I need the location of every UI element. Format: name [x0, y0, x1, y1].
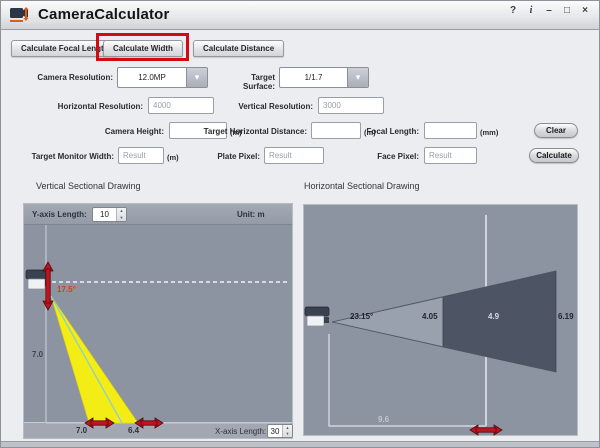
vertical-resolution-label: Vertical Resolution: [238, 102, 313, 111]
x-axis-length-value: 30 [270, 426, 280, 436]
vertical-resolution-input[interactable] [318, 97, 384, 114]
vertical-angle-label: 17.5° [57, 285, 76, 294]
window-bottom-edge [1, 441, 599, 447]
focal-length-label: Focal Length: [366, 127, 419, 136]
vertical-sectional-drawing-panel: Y-axis Length: 10 ▲ ▼ Unit: m 17.5° 7.0 7… [23, 203, 293, 439]
face-pixel-input[interactable] [424, 147, 477, 164]
horizontal-angle-label: 23.15° [350, 312, 374, 321]
distance-label: 9.6 [378, 415, 390, 424]
stepper-down-icon[interactable]: ▼ [117, 215, 126, 222]
horizontal-resolution-label: Horizontal Resolution: [57, 102, 143, 111]
x-axis-length-label: X-axis Length: [215, 427, 267, 436]
camera-icon [25, 269, 51, 290]
chevron-down-icon[interactable]: ▾ [186, 68, 207, 87]
horizontal-sectional-drawing-panel: 23.15° 4.05 4.9 6.19 9.6 [303, 204, 578, 436]
ground-width-label: 6.4 [128, 426, 140, 435]
window-controls: ? i – □ × [507, 4, 591, 18]
target-surface-select[interactable]: 1/1.7 ▾ [279, 67, 369, 88]
width-mid-label: 4.9 [488, 312, 500, 321]
focal-length-input[interactable] [424, 122, 477, 139]
vertical-drawing-canvas [25, 225, 290, 429]
target-surface-value: 1/1.7 [304, 73, 323, 82]
camera-height-label: Camera Height: [104, 127, 164, 136]
vertical-drawing-title: Vertical Sectional Drawing [36, 181, 141, 191]
camera-resolution-value: 12.0MP [138, 73, 166, 82]
width-near-label: 4.05 [422, 312, 438, 321]
tab-calculate-distance[interactable]: Calculate Distance [193, 40, 285, 57]
width-far-label: 6.19 [558, 312, 574, 321]
y-axis-length-value: 10 [100, 210, 109, 219]
target-width-arrow[interactable] [469, 424, 503, 436]
close-button[interactable]: × [579, 4, 591, 18]
plate-pixel-label: Plate Pixel: [217, 152, 260, 161]
plate-pixel-input[interactable] [264, 147, 324, 164]
camera-icon [304, 306, 330, 327]
cone-center-line [50, 295, 123, 424]
target-horizontal-distance-label: Target Horizontal Distance: [203, 127, 307, 136]
focal-length-unit: (mm) [480, 128, 499, 137]
ground-near-label: 7.0 [76, 426, 88, 435]
minimize-button[interactable]: – [543, 4, 555, 18]
face-pixel-label: Face Pixel: [377, 152, 419, 161]
y-axis-length-label: Y-axis Length: [32, 210, 87, 219]
unit-label: Unit: m [237, 210, 265, 219]
calculate-button[interactable]: Calculate [529, 148, 579, 163]
view-cone [50, 295, 139, 424]
target-monitor-width-input[interactable] [118, 147, 164, 164]
height-measure-arrow[interactable] [42, 261, 54, 311]
x-axis-length-stepper[interactable]: 30 ▲ ▼ [267, 424, 293, 438]
y-axis-length-stepper[interactable]: 10 ▲ ▼ [92, 207, 127, 222]
y-tick-label: 7.0 [32, 350, 44, 359]
active-tab-highlight [96, 33, 189, 61]
title-bar: CameraCalculator ? i – □ × [1, 1, 599, 30]
target-monitor-width-label: Target Monitor Width: [31, 152, 114, 161]
target-monitor-width-unit: (m) [167, 153, 179, 162]
stepper-down-icon[interactable]: ▼ [283, 431, 292, 437]
camera-resolution-select[interactable]: 12.0MP ▾ [117, 67, 208, 88]
target-surface-label: Target Surface: [242, 73, 275, 91]
horizontal-drawing-title: Horizontal Sectional Drawing [304, 181, 420, 191]
app-title: CameraCalculator [38, 6, 170, 23]
chevron-down-icon[interactable]: ▾ [347, 68, 368, 87]
clear-button[interactable]: Clear [534, 123, 578, 138]
distance-baseline [328, 334, 486, 427]
help-icon[interactable]: ? [507, 4, 519, 18]
view-cone-far [442, 270, 557, 373]
app-window: CameraCalculator ? i – □ × Calculate Foc… [0, 0, 600, 448]
maximize-button[interactable]: □ [561, 4, 573, 18]
view-cone-near [331, 296, 444, 348]
horizontal-drawing-canvas [304, 215, 557, 436]
info-icon[interactable]: i [525, 4, 537, 18]
cone-lower-edge [331, 321, 557, 373]
camera-logo-icon [10, 7, 29, 22]
camera-resolution-label: Camera Resolution: [37, 73, 113, 82]
